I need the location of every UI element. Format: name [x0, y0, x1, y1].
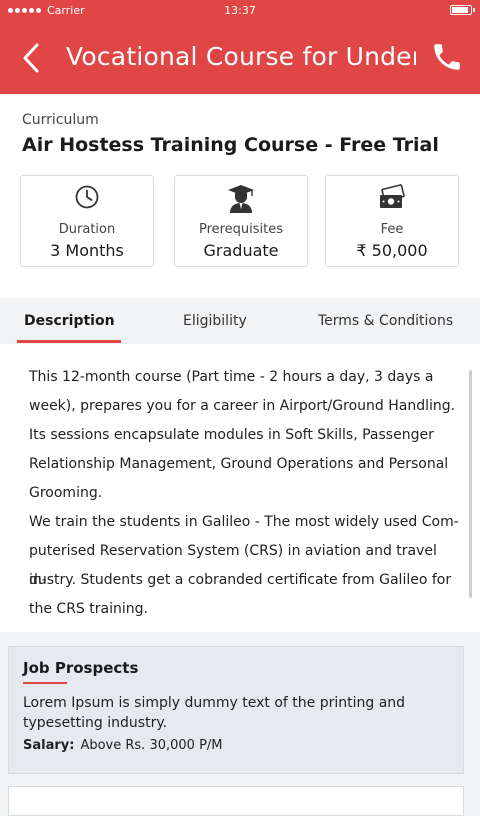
description-line: Its sessions encapsulate modules in Soft… — [29, 427, 434, 443]
description-line: Relationship Management, Ground Operatio… — [29, 456, 449, 472]
salary-row: Salary: Above Rs. 30,000 P/M — [23, 738, 223, 753]
job-prospects-text: Lorem Ipsum is simply dummy text of the … — [23, 695, 406, 731]
graduate-icon — [228, 185, 254, 213]
tab-terms-conditions[interactable]: Terms & Conditions — [318, 313, 453, 329]
job-prospects-title: Job Prospects — [23, 659, 139, 677]
duration-card: Duration 3 Months — [20, 175, 154, 267]
fee-value: ₹ 50,000 — [356, 241, 428, 260]
description-line: the CRS training. — [29, 601, 148, 617]
status-time: 13:37 — [224, 4, 256, 17]
phone-icon — [434, 44, 460, 70]
fee-card: Fee ₹ 50,000 — [325, 175, 459, 267]
fee-label: Fee — [380, 222, 404, 237]
tab-eligibility[interactable]: Eligibility — [183, 313, 247, 329]
salary-value: Above Rs. 30,000 P/M — [80, 738, 223, 753]
description-line: Grooming. — [29, 485, 103, 501]
page-title: Vocational Course for Under.. — [66, 42, 416, 71]
course-title: Air Hostess Training Course - Free Trial — [22, 134, 439, 156]
back-button[interactable] — [14, 40, 50, 76]
prerequisites-label: Prerequisites — [198, 222, 284, 237]
active-tab-indicator — [17, 340, 121, 343]
prerequisites-card: Prerequisites Graduate — [174, 175, 308, 267]
description-line: We train the students in Galileo - The m… — [29, 514, 459, 530]
app-bar: Vocational Course for Under.. — [0, 22, 480, 94]
money-icon — [380, 184, 405, 208]
clock-icon — [75, 185, 99, 209]
description-panel: This 12-month course (Part time - 2 hour… — [0, 344, 480, 632]
call-button[interactable] — [430, 40, 466, 76]
tab-bar: Description Eligibility Terms & Conditio… — [0, 298, 480, 344]
section-label: Curriculum — [22, 112, 99, 128]
description-scrollbar[interactable] — [469, 370, 472, 598]
salary-label: Salary: — [23, 738, 75, 753]
status-bar: Carrier 13:37 — [0, 0, 480, 22]
battery-icon — [450, 5, 475, 15]
next-section-card — [8, 786, 464, 816]
job-prospects-card: Job Prospects Lorem Ipsum is simply dumm… — [8, 646, 464, 774]
prerequisites-value: Graduate — [203, 241, 279, 260]
back-chevron-icon — [23, 43, 39, 73]
description-line: week), prepares you for a career in Airp… — [29, 398, 456, 414]
description-line: dustry. Students get a cobranded certifi… — [29, 572, 452, 588]
description-line: This 12-month course (Part time - 2 hour… — [29, 369, 434, 385]
tab-description[interactable]: Description — [24, 313, 115, 329]
duration-label: Duration — [58, 222, 116, 237]
title-underline — [23, 682, 67, 684]
duration-value: 3 Months — [50, 241, 124, 260]
course-header: Curriculum Air Hostess Training Course -… — [0, 94, 480, 298]
